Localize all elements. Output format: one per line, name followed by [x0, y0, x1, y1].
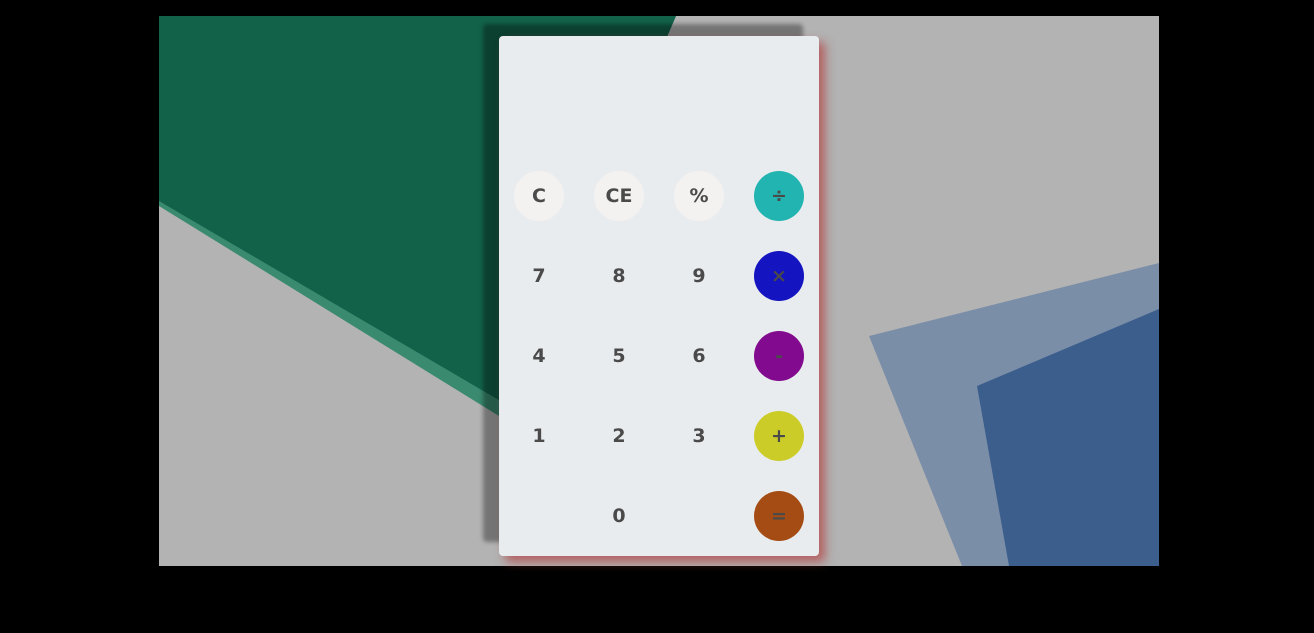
five-button[interactable]: 5 — [594, 331, 644, 381]
zero-button[interactable]: 0 — [594, 491, 644, 541]
add-button[interactable]: + — [754, 411, 804, 461]
eight-button[interactable]: 8 — [594, 251, 644, 301]
three-button[interactable]: 3 — [674, 411, 724, 461]
two-button[interactable]: 2 — [594, 411, 644, 461]
clear-entry-button[interactable]: CE — [594, 171, 644, 221]
subtract-button[interactable]: - — [754, 331, 804, 381]
percent-button[interactable]: % — [674, 171, 724, 221]
calculator-panel: C CE % ÷ 7 8 9 × 4 5 6 - 1 2 3 + 0 = — [499, 36, 819, 556]
seven-button[interactable]: 7 — [514, 251, 564, 301]
one-button[interactable]: 1 — [514, 411, 564, 461]
equals-button[interactable]: = — [754, 491, 804, 541]
divide-button[interactable]: ÷ — [754, 171, 804, 221]
four-button[interactable]: 4 — [514, 331, 564, 381]
multiply-button[interactable]: × — [754, 251, 804, 301]
calculator-display — [499, 36, 819, 166]
nine-button[interactable]: 9 — [674, 251, 724, 301]
clear-button[interactable]: C — [514, 171, 564, 221]
six-button[interactable]: 6 — [674, 331, 724, 381]
